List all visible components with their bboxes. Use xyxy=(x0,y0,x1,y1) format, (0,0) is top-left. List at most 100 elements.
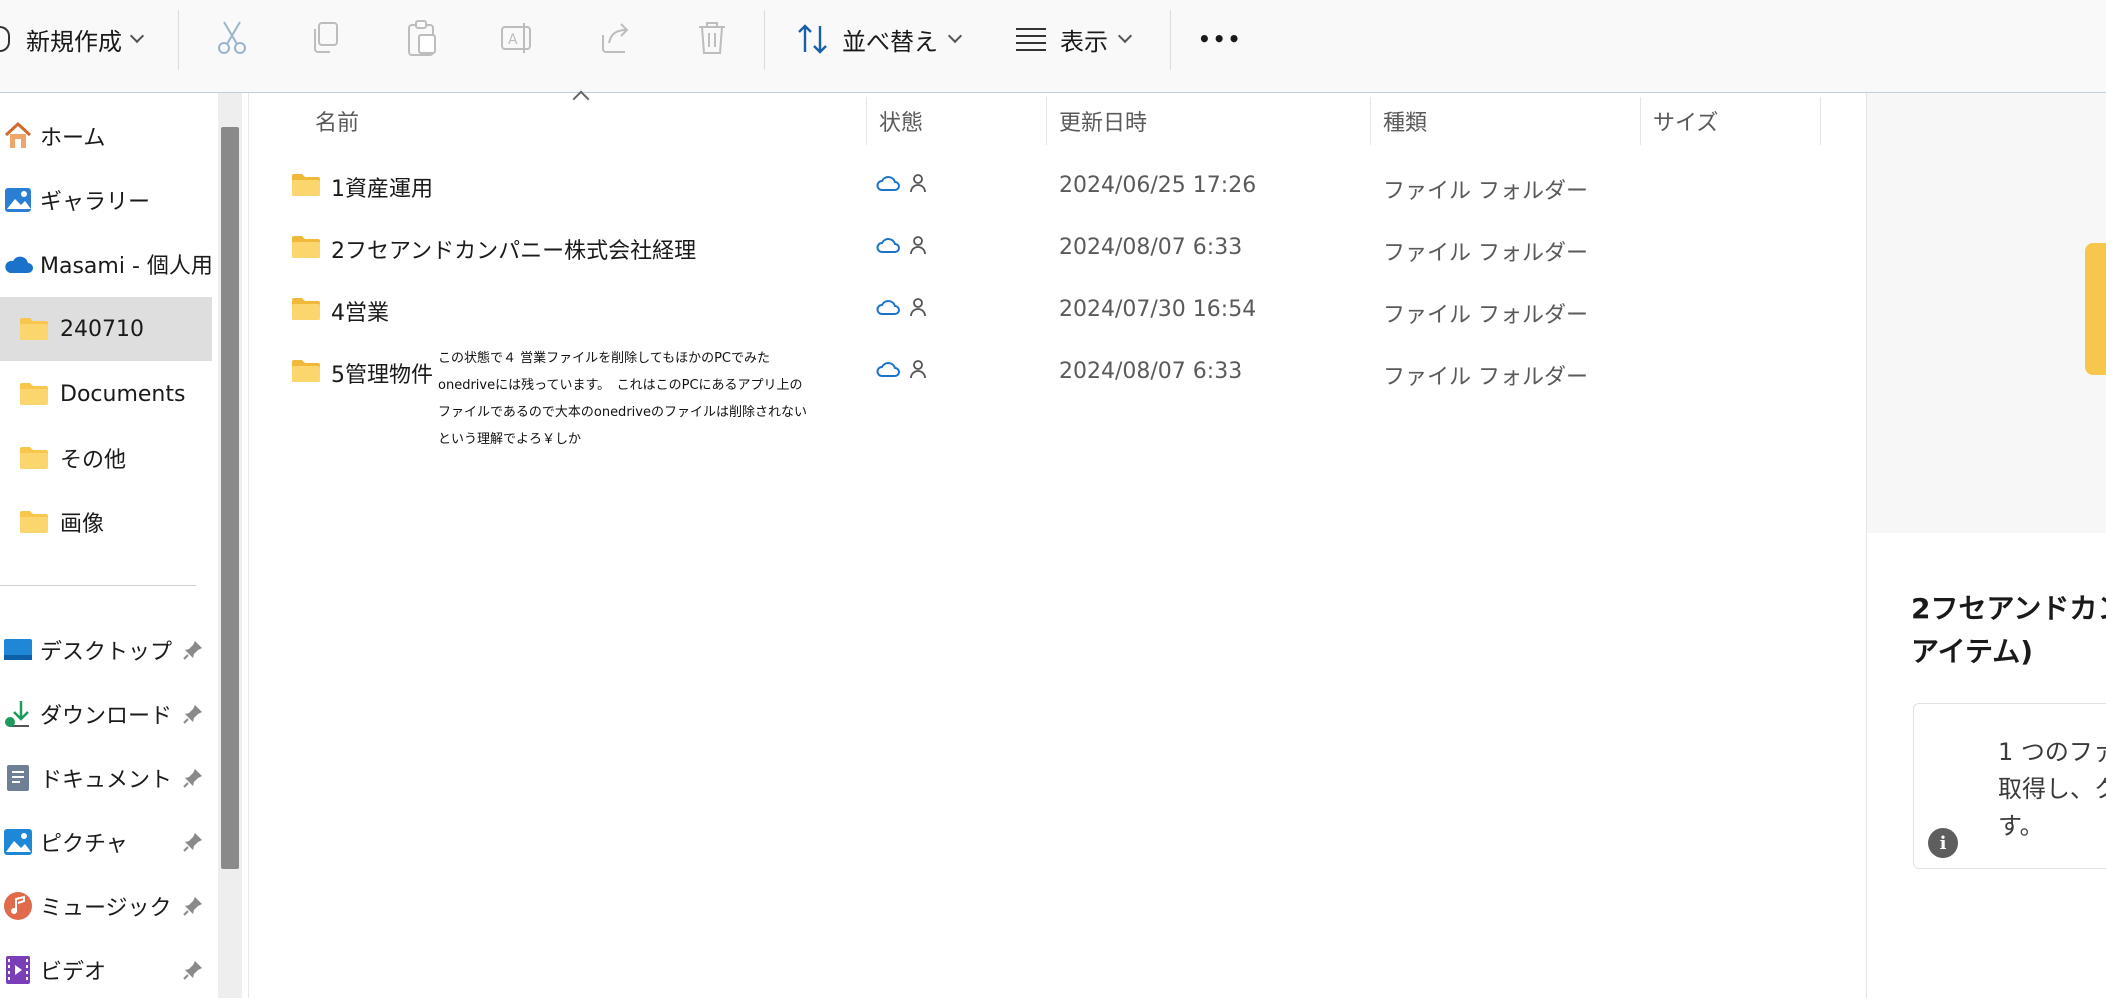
column-header-name[interactable]: 名前 xyxy=(315,93,359,149)
sidebar-item-gallery[interactable]: ギャラリー xyxy=(0,171,212,229)
info-icon: i xyxy=(1928,828,1958,858)
sidebar-item-other[interactable]: その他 xyxy=(0,429,212,487)
view-button[interactable]: 表示 xyxy=(1014,18,1133,60)
sort-button[interactable]: 並べ替え xyxy=(796,18,963,60)
details-title-line: 2フセアンドカンパ xyxy=(1911,592,2106,625)
music-icon xyxy=(2,890,34,922)
shared-person-icon xyxy=(910,236,926,255)
file-type: ファイル フォルダー xyxy=(1383,179,1588,204)
pin-icon xyxy=(183,961,202,980)
rename-icon: A xyxy=(501,23,531,53)
pin-icon xyxy=(183,897,202,916)
column-header-size[interactable]: サイズ xyxy=(1653,93,1718,149)
file-name: 5管理物件 xyxy=(331,363,433,388)
pictures-icon xyxy=(2,826,34,858)
sidebar-item-images[interactable]: 画像 xyxy=(0,493,212,551)
file-type: ファイル フォルダー xyxy=(1383,365,1588,390)
file-type: ファイル フォルダー xyxy=(1383,303,1588,328)
file-list: 名前 状態 更新日時 種類 サイズ 1資産運用 2024/06/25 17:26… xyxy=(248,90,1867,998)
sidebar-item-label: 240710 xyxy=(60,316,144,342)
column-header-modified[interactable]: 更新日時 xyxy=(1059,93,1147,149)
file-name: 1資産運用 xyxy=(331,177,433,202)
share-icon xyxy=(602,23,629,53)
sidebar-item-label: デスクトップ xyxy=(40,640,173,665)
note-line: という理解でよろ￥しか xyxy=(438,432,582,447)
sidebar-item-label: ミュージック xyxy=(40,896,172,921)
note-line: ファイルであるので大本のonedriveのファイルは削除されない xyxy=(438,405,807,420)
onedrive-cloud-icon xyxy=(2,248,34,280)
toolbar-separator xyxy=(178,10,179,70)
view-button-label: 表示 xyxy=(1060,27,1108,56)
sidebar-item-label: ドキュメント xyxy=(40,768,173,793)
cloud-icon xyxy=(876,238,900,253)
sidebar-item-pictures[interactable]: ピクチャ xyxy=(0,813,212,871)
sidebar-item-downloads[interactable]: ダウンロード xyxy=(0,685,212,743)
sidebar-item-documents-folder[interactable]: Documents xyxy=(0,365,212,423)
sidebar-item-label: Masami - 個人用 xyxy=(40,254,212,279)
home-icon xyxy=(2,120,34,152)
folder-icon xyxy=(18,313,50,345)
column-separator[interactable] xyxy=(1640,97,1641,145)
sidebar-item-label: ビデオ xyxy=(40,960,107,985)
sidebar-item-videos[interactable]: ビデオ xyxy=(0,941,212,999)
file-row[interactable]: 4営業 2024/07/30 16:54 ファイル フォルダー xyxy=(249,279,1867,341)
sidebar-scrollbar[interactable] xyxy=(218,93,242,998)
sidebar-item-desktop[interactable]: デスクトップ xyxy=(0,621,212,679)
sidebar-item-music[interactable]: ミュージック xyxy=(0,877,212,935)
copy-icon xyxy=(314,22,338,53)
sidebar-item-home[interactable]: ホーム xyxy=(0,107,212,165)
view-list-icon xyxy=(1016,28,1046,51)
column-separator[interactable] xyxy=(1370,97,1371,145)
sidebar-item-label: ダウンロード xyxy=(40,704,173,729)
delete-button[interactable] xyxy=(692,18,732,58)
copy-button[interactable] xyxy=(306,18,346,58)
column-header-label: 更新日時 xyxy=(1059,111,1148,136)
sidebar-item-label: 画像 xyxy=(60,512,105,537)
new-icon xyxy=(0,26,10,52)
sidebar-item-240710[interactable]: 240710 xyxy=(0,297,212,361)
cut-icon xyxy=(218,21,246,54)
share-button[interactable] xyxy=(596,18,636,58)
command-bar: 新規作成 A 並べ替え 表示 ••• xyxy=(0,0,2106,93)
desktop-icon xyxy=(2,634,34,666)
column-header-status[interactable]: 状態 xyxy=(879,93,923,149)
folder-icon xyxy=(292,174,320,196)
more-options-button[interactable]: ••• xyxy=(1198,18,1242,60)
paste-button[interactable] xyxy=(402,18,442,58)
new-button[interactable]: 新規作成 xyxy=(0,18,145,60)
chevron-down-icon xyxy=(947,28,963,44)
sidebar-item-label: その他 xyxy=(60,448,127,473)
sync-status xyxy=(875,359,927,379)
file-row[interactable]: 2フセアンドカンパニー株式会社経理 2024/08/07 6:33 ファイル フ… xyxy=(249,217,1867,279)
column-header-label: サイズ xyxy=(1653,111,1719,136)
sidebar-item-my-documents[interactable]: ドキュメント xyxy=(0,749,212,807)
preview-thumbnail xyxy=(1867,93,2106,533)
sidebar-item-label: ギャラリー xyxy=(40,190,151,215)
sort-button-label: 並べ替え xyxy=(842,27,938,56)
sidebar-item-onedrive[interactable]: Masami - 個人用 xyxy=(0,235,212,293)
column-header-label: 状態 xyxy=(879,111,924,136)
rename-button[interactable]: A xyxy=(498,18,538,58)
column-separator[interactable] xyxy=(866,97,867,145)
sidebar-scroll-thumb[interactable] xyxy=(221,127,239,869)
sidebar-divider xyxy=(0,585,196,586)
pin-icon xyxy=(183,833,202,852)
note-line: onedriveには残っています。 これはこのPCにあるアプリ上の xyxy=(438,378,803,393)
details-title-line: アイテム) xyxy=(1911,635,2033,668)
info-text-line: 1 つのファイ xyxy=(1998,738,2106,766)
details-pane: 2フセアンドカンパ アイテム) i 1 つのファイ 取得し、ク す。 xyxy=(1866,93,2106,998)
column-header-type[interactable]: 種類 xyxy=(1383,93,1427,149)
delete-icon xyxy=(699,22,725,54)
column-separator[interactable] xyxy=(1820,97,1821,145)
info-text-line: 取得し、ク xyxy=(1998,775,2106,803)
column-separator[interactable] xyxy=(1046,97,1047,145)
modified-date: 2024/08/07 6:33 xyxy=(1059,235,1243,260)
cloud-icon xyxy=(876,300,900,315)
pin-icon xyxy=(183,769,202,788)
cut-button[interactable] xyxy=(212,18,252,58)
folder-icon xyxy=(18,442,50,474)
folder-icon xyxy=(292,298,320,320)
file-row[interactable]: 1資産運用 2024/06/25 17:26 ファイル フォルダー xyxy=(249,155,1867,217)
sync-status xyxy=(875,173,927,193)
details-title: 2フセアンドカンパ アイテム) xyxy=(1911,587,2106,673)
